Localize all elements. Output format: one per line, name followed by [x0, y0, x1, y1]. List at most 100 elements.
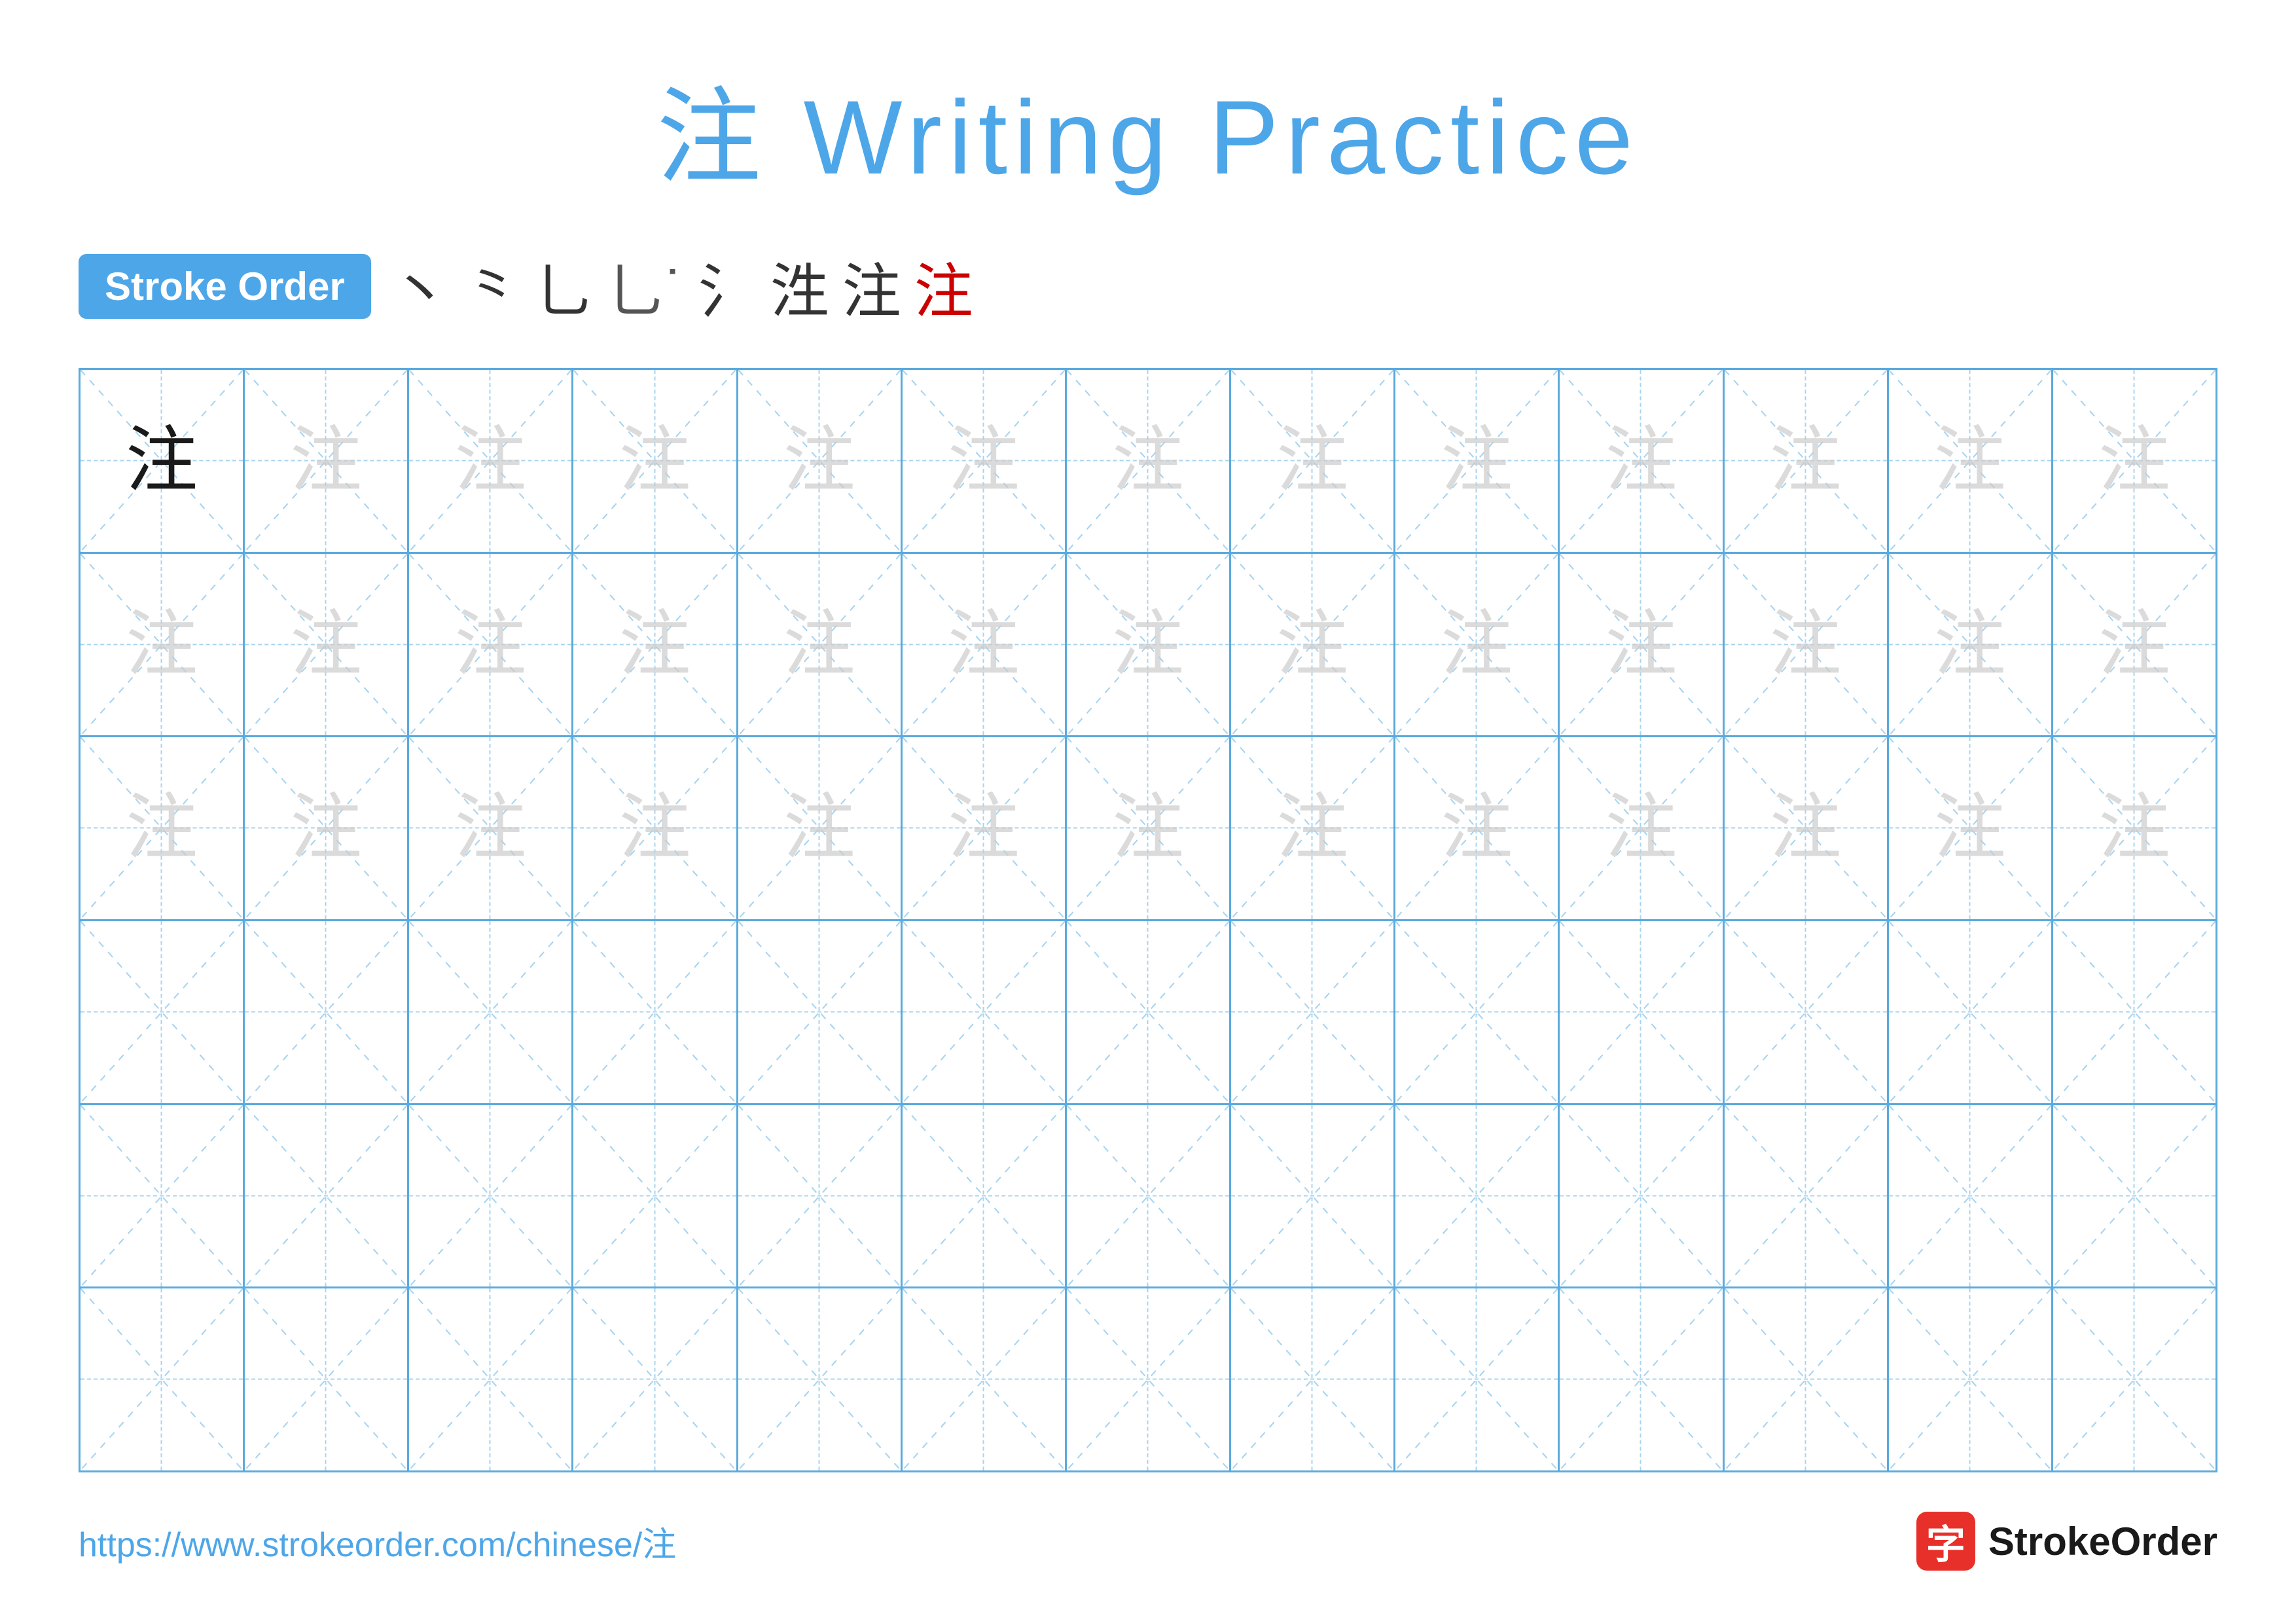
page-content: 注 Writing Practice Stroke Order 丶 ⺀ ⺃ ⺃˙…: [0, 0, 2296, 1623]
grid-cell-3-12[interactable]: 注: [1889, 737, 2053, 919]
grid-row-2: 注 注 注 注: [81, 554, 2215, 738]
grid-row-4: [81, 921, 2215, 1105]
grid-cell-4-12[interactable]: [1889, 921, 2053, 1103]
grid-cell-1-6[interactable]: 注: [903, 370, 1067, 552]
grid-cell-4-5[interactable]: [738, 921, 903, 1103]
grid-cell-4-13[interactable]: [2053, 921, 2215, 1103]
grid-cell-2-5[interactable]: 注: [738, 554, 903, 736]
grid-cell-6-12[interactable]: [1889, 1288, 2053, 1470]
grid-cell-6-8[interactable]: [1231, 1288, 1395, 1470]
grid-cell-2-12[interactable]: 注: [1889, 554, 2053, 736]
grid-cell-1-11[interactable]: 注: [1725, 370, 1889, 552]
grid-cell-6-9[interactable]: [1395, 1288, 1560, 1470]
footer-brand: 字 StrokeOrder: [1916, 1512, 2217, 1571]
grid-cell-4-4[interactable]: [573, 921, 738, 1103]
grid-cell-3-6[interactable]: 注: [903, 737, 1067, 919]
grid-cell-5-2[interactable]: [245, 1105, 409, 1287]
grid-cell-5-3[interactable]: [409, 1105, 573, 1287]
grid-cell-3-9[interactable]: 注: [1395, 737, 1560, 919]
grid-cell-1-2[interactable]: 注: [245, 370, 409, 552]
grid-cell-6-13[interactable]: [2053, 1288, 2215, 1470]
grid-cell-2-1[interactable]: 注: [81, 554, 245, 736]
grid-cell-4-2[interactable]: [245, 921, 409, 1103]
grid-cell-3-4[interactable]: 注: [573, 737, 738, 919]
grid-cell-4-10[interactable]: [1560, 921, 1724, 1103]
grid-cell-5-4[interactable]: [573, 1105, 738, 1287]
grid-row-6: [81, 1288, 2215, 1470]
grid-cell-1-13[interactable]: 注: [2053, 370, 2215, 552]
grid-cell-1-3[interactable]: 注: [409, 370, 573, 552]
grid-cell-2-10[interactable]: 注: [1560, 554, 1724, 736]
grid-cell-3-7[interactable]: 注: [1067, 737, 1231, 919]
footer-brand-name: StrokeOrder: [1988, 1519, 2217, 1564]
grid-cell-1-8[interactable]: 注: [1231, 370, 1395, 552]
grid-cell-3-3[interactable]: 注: [409, 737, 573, 919]
grid-cell-1-5[interactable]: 注: [738, 370, 903, 552]
grid-cell-3-10[interactable]: 注: [1560, 737, 1724, 919]
grid-cell-5-12[interactable]: [1889, 1105, 2053, 1287]
grid-cell-1-7[interactable]: 注: [1067, 370, 1231, 552]
grid-cell-5-8[interactable]: [1231, 1105, 1395, 1287]
grid-cell-4-8[interactable]: [1231, 921, 1395, 1103]
grid-cell-5-1[interactable]: [81, 1105, 245, 1287]
grid-cell-6-3[interactable]: [409, 1288, 573, 1470]
grid-cell-1-10[interactable]: 注: [1560, 370, 1724, 552]
grid-cell-3-1[interactable]: 注: [81, 737, 245, 919]
footer-logo-char: 字: [1926, 1513, 1965, 1570]
grid-cell-5-5[interactable]: [738, 1105, 903, 1287]
grid-cell-4-3[interactable]: [409, 921, 573, 1103]
title-text: Writing Practice: [804, 79, 1640, 196]
grid-cell-2-3[interactable]: 注: [409, 554, 573, 736]
grid-cell-6-6[interactable]: [903, 1288, 1067, 1470]
grid-row-1: 注 注 注 注: [81, 370, 2215, 554]
grid-cell-4-1[interactable]: [81, 921, 245, 1103]
grid-cell-2-13[interactable]: 注: [2053, 554, 2215, 736]
grid-cell-5-6[interactable]: [903, 1105, 1067, 1287]
footer-url[interactable]: https://www.strokeorder.com/chinese/注: [79, 1517, 676, 1566]
stroke-step-5: 氵: [698, 244, 757, 329]
grid-cell-2-6[interactable]: 注: [903, 554, 1067, 736]
char-light: 注: [290, 425, 362, 497]
grid-cell-5-13[interactable]: [2053, 1105, 2215, 1287]
grid-cell-5-11[interactable]: [1725, 1105, 1889, 1287]
practice-grid: 注 注 注 注: [79, 368, 2217, 1472]
grid-cell-3-5[interactable]: 注: [738, 737, 903, 919]
grid-cell-6-1[interactable]: [81, 1288, 245, 1470]
grid-cell-2-4[interactable]: 注: [573, 554, 738, 736]
stroke-order-row: Stroke Order 丶 ⺀ ⺃ ⺃˙ 氵 泩 注 注: [79, 244, 2217, 329]
stroke-step-2: ⺀: [463, 244, 522, 329]
grid-cell-3-11[interactable]: 注: [1725, 737, 1889, 919]
grid-cell-2-8[interactable]: 注: [1231, 554, 1395, 736]
grid-cell-6-2[interactable]: [245, 1288, 409, 1470]
grid-cell-1-9[interactable]: 注: [1395, 370, 1560, 552]
grid-row-5: [81, 1105, 2215, 1289]
grid-cell-5-7[interactable]: [1067, 1105, 1231, 1287]
grid-cell-6-11[interactable]: [1725, 1288, 1889, 1470]
grid-cell-1-1[interactable]: 注: [81, 370, 245, 552]
grid-cell-4-6[interactable]: [903, 921, 1067, 1103]
grid-cell-6-10[interactable]: [1560, 1288, 1724, 1470]
grid-cell-6-4[interactable]: [573, 1288, 738, 1470]
grid-cell-4-9[interactable]: [1395, 921, 1560, 1103]
grid-cell-4-11[interactable]: [1725, 921, 1889, 1103]
grid-cell-5-10[interactable]: [1560, 1105, 1724, 1287]
grid-cell-2-7[interactable]: 注: [1067, 554, 1231, 736]
grid-cell-4-7[interactable]: [1067, 921, 1231, 1103]
title-chinese: 注: [656, 79, 768, 196]
grid-row-3: 注 注 注 注: [81, 737, 2215, 921]
stroke-steps: 丶 ⺀ ⺃ ⺃˙ 氵 泩 注 注: [391, 244, 973, 329]
grid-cell-3-13[interactable]: 注: [2053, 737, 2215, 919]
grid-cell-2-9[interactable]: 注: [1395, 554, 1560, 736]
grid-cell-3-8[interactable]: 注: [1231, 737, 1395, 919]
stroke-step-3: ⺃: [535, 244, 594, 329]
grid-cell-6-7[interactable]: [1067, 1288, 1231, 1470]
grid-cell-2-11[interactable]: 注: [1725, 554, 1889, 736]
grid-cell-2-2[interactable]: 注: [245, 554, 409, 736]
stroke-step-7: 注: [842, 244, 901, 329]
grid-cell-3-2[interactable]: 注: [245, 737, 409, 919]
stroke-order-badge: Stroke Order: [79, 254, 371, 319]
grid-cell-1-4[interactable]: 注: [573, 370, 738, 552]
grid-cell-1-12[interactable]: 注: [1889, 370, 2053, 552]
grid-cell-6-5[interactable]: [738, 1288, 903, 1470]
grid-cell-5-9[interactable]: [1395, 1105, 1560, 1287]
